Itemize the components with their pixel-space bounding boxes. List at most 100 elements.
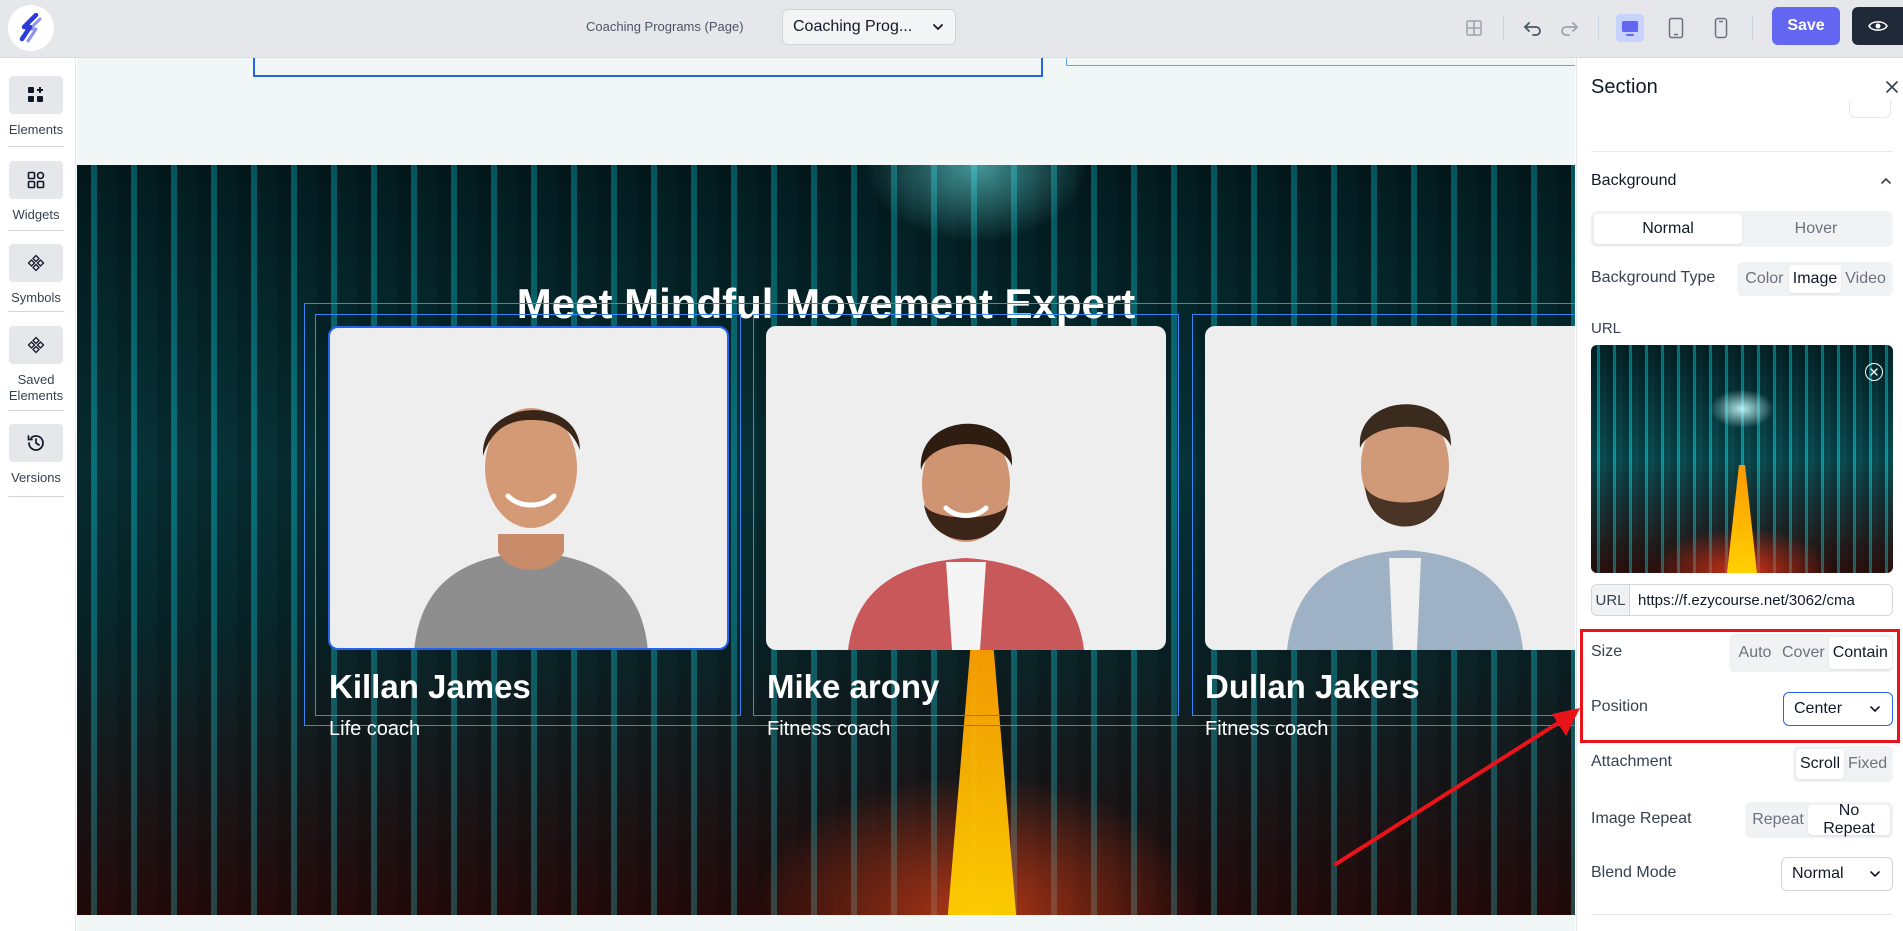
- person-photo[interactable]: [766, 326, 1166, 650]
- image-repeat-label: Image Repeat: [1591, 810, 1692, 827]
- background-type-toggle: Color Image Video: [1737, 262, 1893, 296]
- symbols-icon: [9, 244, 63, 282]
- url-prefix: URL: [1592, 585, 1630, 615]
- card-name[interactable]: Killan James: [329, 668, 531, 706]
- background-type-label: Background Type: [1591, 269, 1716, 286]
- remove-image-icon[interactable]: [1865, 363, 1883, 381]
- preview-button[interactable]: [1852, 7, 1903, 45]
- close-icon[interactable]: [1883, 78, 1901, 96]
- attachment-label: Attachment: [1591, 753, 1672, 770]
- card-name[interactable]: Mike arony: [767, 668, 939, 706]
- toolbar-divider: [1503, 16, 1504, 40]
- sidebar-item-label: Elements: [8, 122, 64, 137]
- tab-normal[interactable]: Normal: [1594, 214, 1742, 244]
- background-image-preview[interactable]: [1591, 345, 1893, 573]
- sidebar-item-label: Versions: [11, 470, 61, 485]
- app-logo[interactable]: [8, 5, 54, 51]
- option-auto[interactable]: Auto: [1732, 637, 1778, 669]
- mobile-view-icon[interactable]: [1707, 14, 1735, 42]
- chevron-down-icon: [1868, 867, 1882, 881]
- background-heading: Background: [1591, 172, 1677, 189]
- panel-divider: [1591, 914, 1893, 915]
- widgets-icon: [9, 161, 63, 199]
- position-select[interactable]: Center: [1783, 692, 1893, 726]
- collapsed-control: [1849, 100, 1891, 118]
- card-role[interactable]: Life coach: [329, 718, 420, 741]
- card-role[interactable]: Fitness coach: [1205, 718, 1328, 741]
- sidebar-item-label: Saved Elements: [8, 372, 64, 403]
- preview-light-beam: [1727, 465, 1757, 573]
- add-elements-icon: [9, 76, 63, 114]
- toolbar-divider: [1752, 16, 1753, 40]
- person-photo[interactable]: [328, 326, 729, 650]
- url-input[interactable]: [1630, 585, 1892, 615]
- chevron-up-icon: [1879, 174, 1893, 188]
- size-toggle: Auto Cover Contain: [1729, 634, 1893, 672]
- sidebar-item-label: Symbols: [11, 290, 61, 305]
- page-select[interactable]: Coaching Prog...: [782, 9, 956, 45]
- sidebar-divider: [8, 410, 64, 411]
- person-photo[interactable]: [1205, 326, 1575, 650]
- option-contain[interactable]: Contain: [1828, 637, 1892, 669]
- option-video[interactable]: Video: [1841, 265, 1890, 293]
- person-illustration: [414, 408, 648, 648]
- option-fixed[interactable]: Fixed: [1844, 749, 1891, 779]
- option-image[interactable]: Image: [1788, 265, 1842, 293]
- sidebar-item-saved-elements[interactable]: Saved Elements: [8, 326, 64, 404]
- position-select-value: Center: [1794, 700, 1843, 717]
- sidebar-divider: [8, 311, 64, 312]
- tab-hover[interactable]: Hover: [1742, 214, 1890, 244]
- person-illustration: [1287, 404, 1523, 650]
- background-section-header[interactable]: Background: [1591, 172, 1893, 190]
- sidebar-divider: [8, 230, 64, 231]
- sidebar-divider: [8, 496, 64, 497]
- state-tabs: Normal Hover: [1591, 211, 1893, 247]
- url-label: URL: [1591, 320, 1622, 337]
- saved-elements-icon: [9, 326, 63, 364]
- attachment-toggle: Scroll Fixed: [1793, 746, 1893, 782]
- sidebar-item-versions[interactable]: Versions: [8, 424, 64, 486]
- sidebar-item-symbols[interactable]: Symbols: [8, 244, 64, 306]
- sidebar-divider: [8, 146, 64, 147]
- option-repeat[interactable]: Repeat: [1748, 805, 1808, 835]
- option-color[interactable]: Color: [1740, 265, 1789, 293]
- section-outline: [1066, 58, 1575, 66]
- panel-title: Section: [1591, 76, 1658, 98]
- properties-panel: Section Background Normal Hover Backgrou…: [1576, 58, 1903, 931]
- panel-divider: [1591, 151, 1893, 152]
- logo-icon: [19, 13, 42, 43]
- page-select-value: Coaching Prog...: [793, 18, 913, 35]
- page-label: Coaching Programs (Page): [586, 19, 744, 34]
- redo-icon[interactable]: [1555, 14, 1583, 42]
- save-button[interactable]: Save: [1772, 7, 1840, 45]
- option-no-repeat[interactable]: No Repeat: [1808, 802, 1890, 837]
- sidebar-item-elements[interactable]: Elements: [8, 76, 64, 138]
- blend-mode-value: Normal: [1792, 865, 1844, 882]
- option-cover[interactable]: Cover: [1778, 637, 1829, 669]
- size-label: Size: [1591, 643, 1623, 660]
- editor-canvas[interactable]: Meet Mindful Movement Expert Killan Jame…: [77, 58, 1575, 931]
- toolbar-divider: [1598, 16, 1599, 40]
- top-toolbar: Coaching Programs (Page) Coaching Prog..…: [0, 0, 1903, 58]
- section-selection-frame: [253, 58, 1043, 77]
- card-role[interactable]: Fitness coach: [767, 718, 890, 741]
- eye-icon: [1867, 21, 1888, 31]
- image-repeat-toggle: Repeat No Repeat: [1745, 802, 1893, 838]
- sidebar-item-widgets[interactable]: Widgets: [8, 161, 64, 223]
- blend-mode-label: Blend Mode: [1591, 864, 1677, 881]
- chevron-down-icon: [931, 20, 945, 34]
- sidebar-item-label: Widgets: [12, 207, 60, 222]
- card-name[interactable]: Dullan Jakers: [1205, 668, 1420, 706]
- chevron-down-icon: [1868, 702, 1882, 716]
- history-icon: [9, 424, 63, 462]
- option-scroll[interactable]: Scroll: [1796, 749, 1845, 779]
- person-illustration: [848, 423, 1084, 650]
- url-input-group: URL: [1591, 584, 1893, 616]
- left-sidebar: Elements Widgets Symbols Saved Elements …: [0, 58, 76, 931]
- position-label: Position: [1591, 698, 1648, 715]
- grid-layout-icon[interactable]: [1460, 14, 1488, 42]
- tablet-view-icon[interactable]: [1662, 14, 1690, 42]
- blend-mode-select[interactable]: Normal: [1781, 857, 1893, 891]
- desktop-view-icon[interactable]: [1616, 14, 1644, 42]
- undo-icon[interactable]: [1519, 14, 1547, 42]
